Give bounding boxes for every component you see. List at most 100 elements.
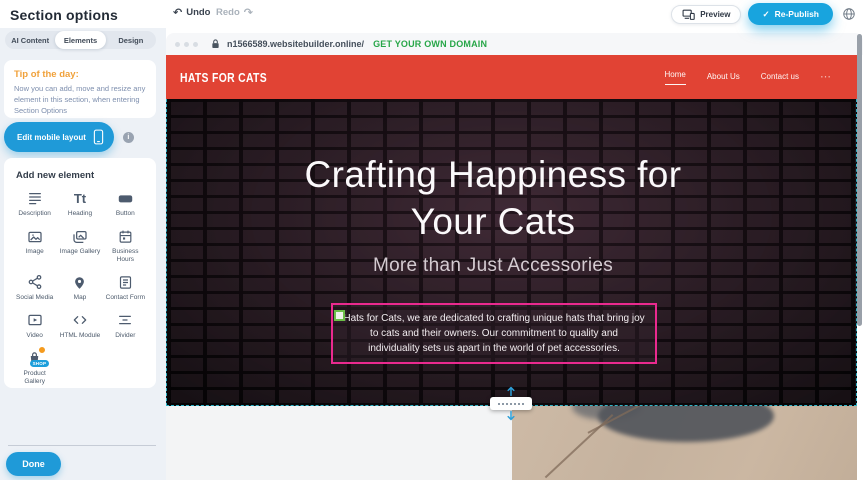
tip-of-the-day-card: Tip of the day: Now you can add, move an… [4, 60, 156, 118]
html-module-icon [71, 312, 88, 329]
sidebar: AI Content Elements Design Tip of the da… [0, 28, 166, 480]
element-item-heading[interactable]: Tt Heading [57, 190, 102, 219]
description-icon [26, 190, 43, 207]
mobile-layout-row: Edit mobile layout i [4, 122, 134, 152]
element-item-product-gallery[interactable]: SHOP Product Gallery [12, 350, 57, 387]
edit-mobile-layout-button[interactable]: Edit mobile layout [4, 122, 114, 152]
shop-badge: SHOP [30, 360, 50, 367]
phone-icon [93, 129, 104, 145]
toolbar-actions: Preview ✓ Re-Publish [671, 3, 858, 25]
hero-subheadline[interactable]: More than Just Accessories [167, 255, 819, 277]
image-gallery-icon [71, 228, 88, 245]
element-item-divider[interactable]: Divider [103, 312, 148, 341]
next-section-image [512, 406, 857, 480]
element-label: Video [26, 332, 43, 340]
contact-form-icon [117, 274, 134, 291]
website-builder-app: Section options ↶ Undo Redo ↷ Preview [0, 0, 863, 480]
republish-button[interactable]: ✓ Re-Publish [748, 3, 833, 25]
element-drag-handle[interactable] [334, 310, 345, 321]
business-hours-icon [117, 228, 134, 245]
selected-text-element[interactable]: Hats for Cats, we are dedicated to craft… [331, 303, 657, 364]
tab-ai-content[interactable]: AI Content [5, 31, 55, 49]
social-media-icon [26, 274, 43, 291]
arrow-up-icon [507, 386, 516, 396]
check-icon: ✓ [762, 9, 769, 20]
element-label: Map [74, 294, 87, 302]
element-item-video[interactable]: Video [12, 312, 57, 341]
tip-title: Tip of the day: [14, 69, 146, 80]
language-globe-button[interactable] [840, 5, 858, 23]
hero-section-selected[interactable]: Crafting Happiness for Your Cats More th… [166, 99, 857, 406]
element-item-social-media[interactable]: Social Media [12, 274, 57, 303]
drag-dots-icon [498, 403, 524, 405]
element-label: Contact Form [106, 294, 145, 302]
video-icon [26, 312, 43, 329]
site-logo[interactable]: HATS FOR CATS [180, 70, 267, 85]
edit-mobile-label: Edit mobile layout [17, 133, 86, 142]
devices-icon [682, 9, 695, 20]
undo-icon: ↶ [173, 7, 182, 18]
site-url: n1566589.websitebuilder.online/ [227, 39, 364, 49]
divider-icon [117, 312, 134, 329]
done-button[interactable]: Done [6, 452, 61, 476]
tab-design[interactable]: Design [106, 31, 156, 49]
redo-icon: ↷ [244, 7, 253, 18]
element-label: Image Gallery [60, 248, 100, 256]
element-label: Description [18, 210, 51, 218]
info-icon[interactable]: i [123, 132, 134, 143]
image-icon [26, 228, 43, 245]
new-badge-icon [38, 346, 46, 354]
lock-icon [211, 39, 220, 49]
element-item-contact-form[interactable]: Contact Form [103, 274, 148, 303]
element-label: Image [26, 248, 44, 256]
browser-chrome-bar: n1566589.websitebuilder.online/ GET YOUR… [166, 33, 863, 55]
next-section-background [166, 406, 512, 480]
hero-headline[interactable]: Crafting Happiness for Your Cats [278, 151, 708, 246]
element-item-image[interactable]: Image [12, 228, 57, 265]
section-resize-handle[interactable] [490, 397, 532, 410]
element-grid: Description Tt Heading Button [12, 190, 148, 387]
redo-label: Redo [216, 7, 240, 18]
element-label: Button [116, 210, 135, 218]
preview-button[interactable]: Preview [671, 5, 741, 24]
button-icon [117, 190, 134, 207]
sidebar-tabs: AI Content Elements Design [5, 31, 156, 49]
site-header[interactable]: HATS FOR CATS Home About Us Contact us ⋯ [166, 55, 857, 99]
product-gallery-icon: SHOP [26, 350, 43, 367]
element-label: Social Media [16, 294, 53, 302]
tab-elements[interactable]: Elements [55, 31, 105, 49]
tip-body: Now you can add, move and resize any ele… [14, 84, 146, 117]
element-label: Product Gallery [14, 370, 56, 387]
element-label: Heading [68, 210, 92, 218]
heading-icon: Tt [71, 190, 88, 207]
element-label: Business Hours [104, 248, 146, 265]
hero-content: Crafting Happiness for Your Cats More th… [167, 99, 819, 277]
editor-canvas: n1566589.websitebuilder.online/ GET YOUR… [166, 28, 863, 480]
element-item-map[interactable]: Map [57, 274, 102, 303]
hero-paragraph: Hats for Cats, we are dedicated to craft… [343, 311, 645, 356]
sidebar-divider [8, 445, 156, 446]
nav-item-about[interactable]: About Us [707, 72, 740, 83]
add-element-title: Add new element [12, 170, 148, 181]
preview-scrollbar[interactable] [857, 34, 862, 326]
element-item-html-module[interactable]: HTML Module [57, 312, 102, 341]
element-item-business-hours[interactable]: Business Hours [103, 228, 148, 265]
element-label: Divider [115, 332, 135, 340]
arrow-down-icon [507, 411, 516, 421]
undo-label: Undo [186, 7, 210, 18]
undo-button[interactable]: ↶ Undo [173, 7, 211, 18]
window-controls-icon [175, 42, 198, 47]
add-element-panel: Add new element Description Tt Heading [4, 158, 156, 388]
globe-icon [842, 7, 856, 21]
element-item-button[interactable]: Button [103, 190, 148, 219]
republish-label: Re-Publish [775, 9, 819, 19]
element-item-image-gallery[interactable]: Image Gallery [57, 228, 102, 265]
map-icon [71, 274, 88, 291]
element-item-description[interactable]: Description [12, 190, 57, 219]
page-title: Section options [10, 7, 118, 23]
redo-button[interactable]: Redo ↷ [216, 7, 253, 18]
nav-item-contact[interactable]: Contact us [761, 72, 799, 83]
get-domain-link[interactable]: GET YOUR OWN DOMAIN [373, 39, 487, 49]
nav-item-home[interactable]: Home [665, 70, 686, 85]
site-nav: Home About Us Contact us ⋯ [665, 70, 832, 85]
